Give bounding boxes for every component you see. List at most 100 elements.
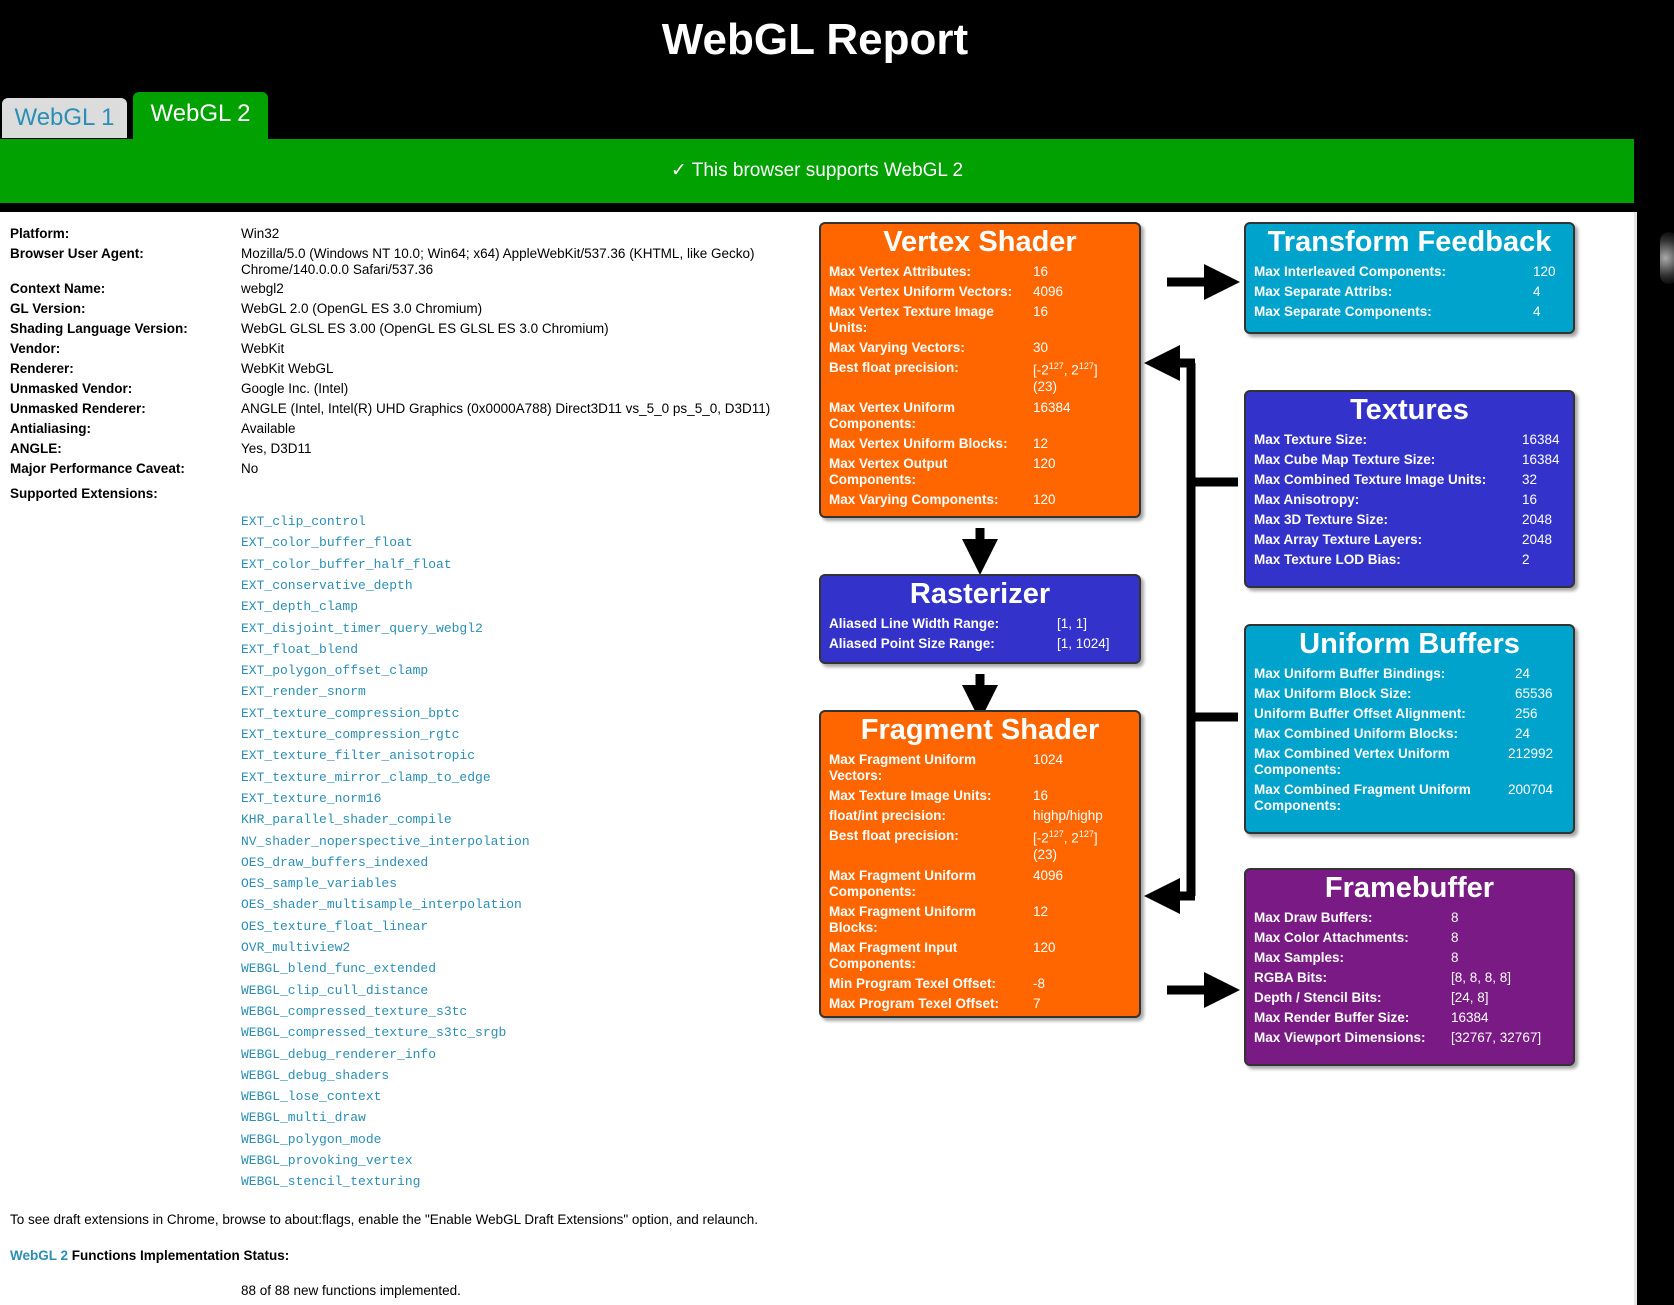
stat-value: 65536 bbox=[1515, 686, 1553, 701]
tab-webgl2[interactable]: WebGL 2 bbox=[133, 92, 268, 140]
stat-value: 16 bbox=[1522, 492, 1538, 507]
transform-feedback-title: Transform Feedback bbox=[1267, 226, 1552, 258]
stat-value: [24, 8] bbox=[1451, 990, 1489, 1005]
stat-label: Max Samples: bbox=[1254, 950, 1345, 965]
stat-value: 7 bbox=[1033, 996, 1041, 1011]
report-content: Platform: Win32 Browser User Agent: Mozi… bbox=[0, 212, 1634, 1305]
stat-value: 16384 bbox=[1522, 432, 1560, 447]
stat-label: Max Interleaved Components: bbox=[1254, 264, 1447, 279]
stat-label: Max Uniform Block Size: bbox=[1254, 686, 1412, 701]
stat-value: [1, 1024] bbox=[1057, 636, 1110, 651]
stat-label: Aliased Line Width Range: bbox=[829, 616, 1000, 631]
stat-value: -8 bbox=[1033, 976, 1046, 991]
stat-label: Aliased Point Size Range: bbox=[829, 636, 995, 651]
uniform-buffers-panel: Uniform Buffers Max Uniform Buffer Bindi… bbox=[1244, 624, 1575, 834]
stat-label: Max Texture LOD Bias: bbox=[1254, 552, 1401, 567]
stat-value: 30 bbox=[1033, 340, 1049, 355]
textures-panel: Textures Max Texture Size: 16384 Max Cub… bbox=[1244, 390, 1575, 588]
stat-label: float/int precision: bbox=[829, 808, 947, 823]
stat-label: Max Vertex Output Components: bbox=[829, 456, 948, 487]
stat-label: Max Combined Uniform Blocks: bbox=[1254, 726, 1459, 741]
stat-label: Max Vertex Uniform Vectors: bbox=[829, 284, 1013, 299]
stat-label: Max Combined Texture Image Units: bbox=[1254, 472, 1487, 487]
decorative-orb-icon bbox=[1660, 232, 1674, 284]
stat-label: Max Varying Vectors: bbox=[829, 340, 965, 355]
stat-value: 1024 bbox=[1033, 752, 1064, 767]
stat-label: Max 3D Texture Size: bbox=[1254, 512, 1389, 527]
stat-value: 200704 bbox=[1508, 782, 1554, 797]
stat-value: 24 bbox=[1515, 726, 1531, 741]
stat-label: Max Render Buffer Size: bbox=[1254, 1010, 1410, 1025]
stat-value: 4096 bbox=[1033, 868, 1064, 883]
stat-label: Max Vertex Uniform Components: bbox=[829, 400, 956, 431]
stat-value: 212992 bbox=[1508, 746, 1554, 761]
stat-value: 16384 bbox=[1033, 400, 1071, 415]
stat-label: Max Texture Size: bbox=[1254, 432, 1368, 447]
stat-value: [1, 1] bbox=[1057, 616, 1088, 631]
stat-label: Max Array Texture Layers: bbox=[1254, 532, 1423, 547]
stat-label: Max Uniform Buffer Bindings: bbox=[1254, 666, 1446, 681]
stat-label: Uniform Buffer Offset Alignment: bbox=[1254, 706, 1466, 721]
stat-label: Max Program Texel Offset: bbox=[829, 996, 1000, 1011]
stat-value: 4 bbox=[1533, 284, 1541, 299]
stat-label: Max Combined Fragment Uniform Components… bbox=[1254, 782, 1471, 813]
stat-value: [-2127, 2127] (23) bbox=[1033, 361, 1098, 394]
stat-label: Best float precision: bbox=[829, 360, 959, 375]
stat-value: 8 bbox=[1451, 930, 1459, 945]
stat-value: 8 bbox=[1451, 950, 1459, 965]
stat-label: Max Fragment Uniform Blocks: bbox=[829, 904, 977, 935]
page-title: WebGL Report bbox=[661, 15, 969, 64]
stat-label: Max Anisotropy: bbox=[1254, 492, 1360, 507]
stat-value: 120 bbox=[1033, 940, 1056, 955]
stat-label: Best float precision: bbox=[829, 828, 959, 843]
stat-value: 2048 bbox=[1522, 532, 1553, 547]
fragment-shader-title: Fragment Shader bbox=[860, 714, 1100, 746]
framebuffer-panel: Framebuffer Max Draw Buffers: 8 Max Colo… bbox=[1244, 868, 1575, 1066]
stat-label: Max Fragment Input Components: bbox=[829, 940, 958, 971]
textures-title: Textures bbox=[1350, 394, 1469, 426]
stat-label: Max Fragment Uniform Components: bbox=[829, 868, 977, 899]
stat-label: Max Viewport Dimensions: bbox=[1254, 1030, 1426, 1045]
support-banner: ✓ This browser supports WebGL 2 bbox=[0, 139, 1634, 203]
rasterizer-title: Rasterizer bbox=[909, 578, 1051, 610]
stat-value: 32 bbox=[1522, 472, 1538, 487]
stat-label: Max Color Attachments: bbox=[1254, 930, 1409, 945]
stat-value: 16 bbox=[1033, 304, 1049, 319]
stat-value: 16384 bbox=[1451, 1010, 1489, 1025]
stat-value: 24 bbox=[1515, 666, 1531, 681]
scrollbar-edge[interactable] bbox=[1634, 212, 1637, 1305]
stat-value: 16 bbox=[1033, 788, 1049, 803]
stat-value: highp/highp bbox=[1033, 808, 1103, 823]
framebuffer-title: Framebuffer bbox=[1324, 872, 1495, 904]
fragment-shader-panel: Fragment Shader Max Fragment Uniform Vec… bbox=[819, 710, 1141, 1018]
stat-value: 256 bbox=[1515, 706, 1538, 721]
stat-value: [32767, 32767] bbox=[1451, 1030, 1542, 1045]
tab-webgl1[interactable]: WebGL 1 bbox=[2, 98, 127, 138]
stat-value: [-2127, 2127] (23) bbox=[1033, 829, 1098, 862]
stat-label: Max Separate Attribs: bbox=[1254, 284, 1393, 299]
stat-label: Depth / Stencil Bits: bbox=[1254, 990, 1382, 1005]
stat-label: Min Program Texel Offset: bbox=[829, 976, 997, 991]
vertex-shader-panel: Vertex Shader Max Vertex Attributes: 16 … bbox=[819, 222, 1141, 518]
stat-label: Max Varying Components: bbox=[829, 492, 999, 507]
stat-value: 120 bbox=[1033, 492, 1056, 507]
stat-label: Max Vertex Attributes: bbox=[829, 264, 972, 279]
vertex-shader-title: Vertex Shader bbox=[883, 226, 1077, 258]
stat-value: [8, 8, 8, 8] bbox=[1451, 970, 1512, 985]
stat-label: Max Cube Map Texture Size: bbox=[1254, 452, 1436, 467]
uniform-buffers-title: Uniform Buffers bbox=[1299, 628, 1520, 660]
stat-label: RGBA Bits: bbox=[1254, 970, 1327, 985]
stat-value: 12 bbox=[1033, 436, 1049, 451]
stat-label: Max Vertex Uniform Blocks: bbox=[829, 436, 1008, 451]
transform-feedback-panel: Transform Feedback Max Interleaved Compo… bbox=[1244, 222, 1575, 334]
stat-value: 8 bbox=[1451, 910, 1459, 925]
stat-label: Max Texture Image Units: bbox=[829, 788, 992, 803]
stat-label: Max Draw Buffers: bbox=[1254, 910, 1373, 925]
stat-label: Max Vertex Texture Image Units: bbox=[829, 304, 994, 335]
stat-value: 4 bbox=[1533, 304, 1541, 319]
rasterizer-panel: Rasterizer Aliased Line Width Range: [1,… bbox=[819, 574, 1141, 664]
stat-value: 16 bbox=[1033, 264, 1049, 279]
stat-value: 120 bbox=[1533, 264, 1556, 279]
stat-value: 16384 bbox=[1522, 452, 1560, 467]
stat-value: 120 bbox=[1033, 456, 1056, 471]
